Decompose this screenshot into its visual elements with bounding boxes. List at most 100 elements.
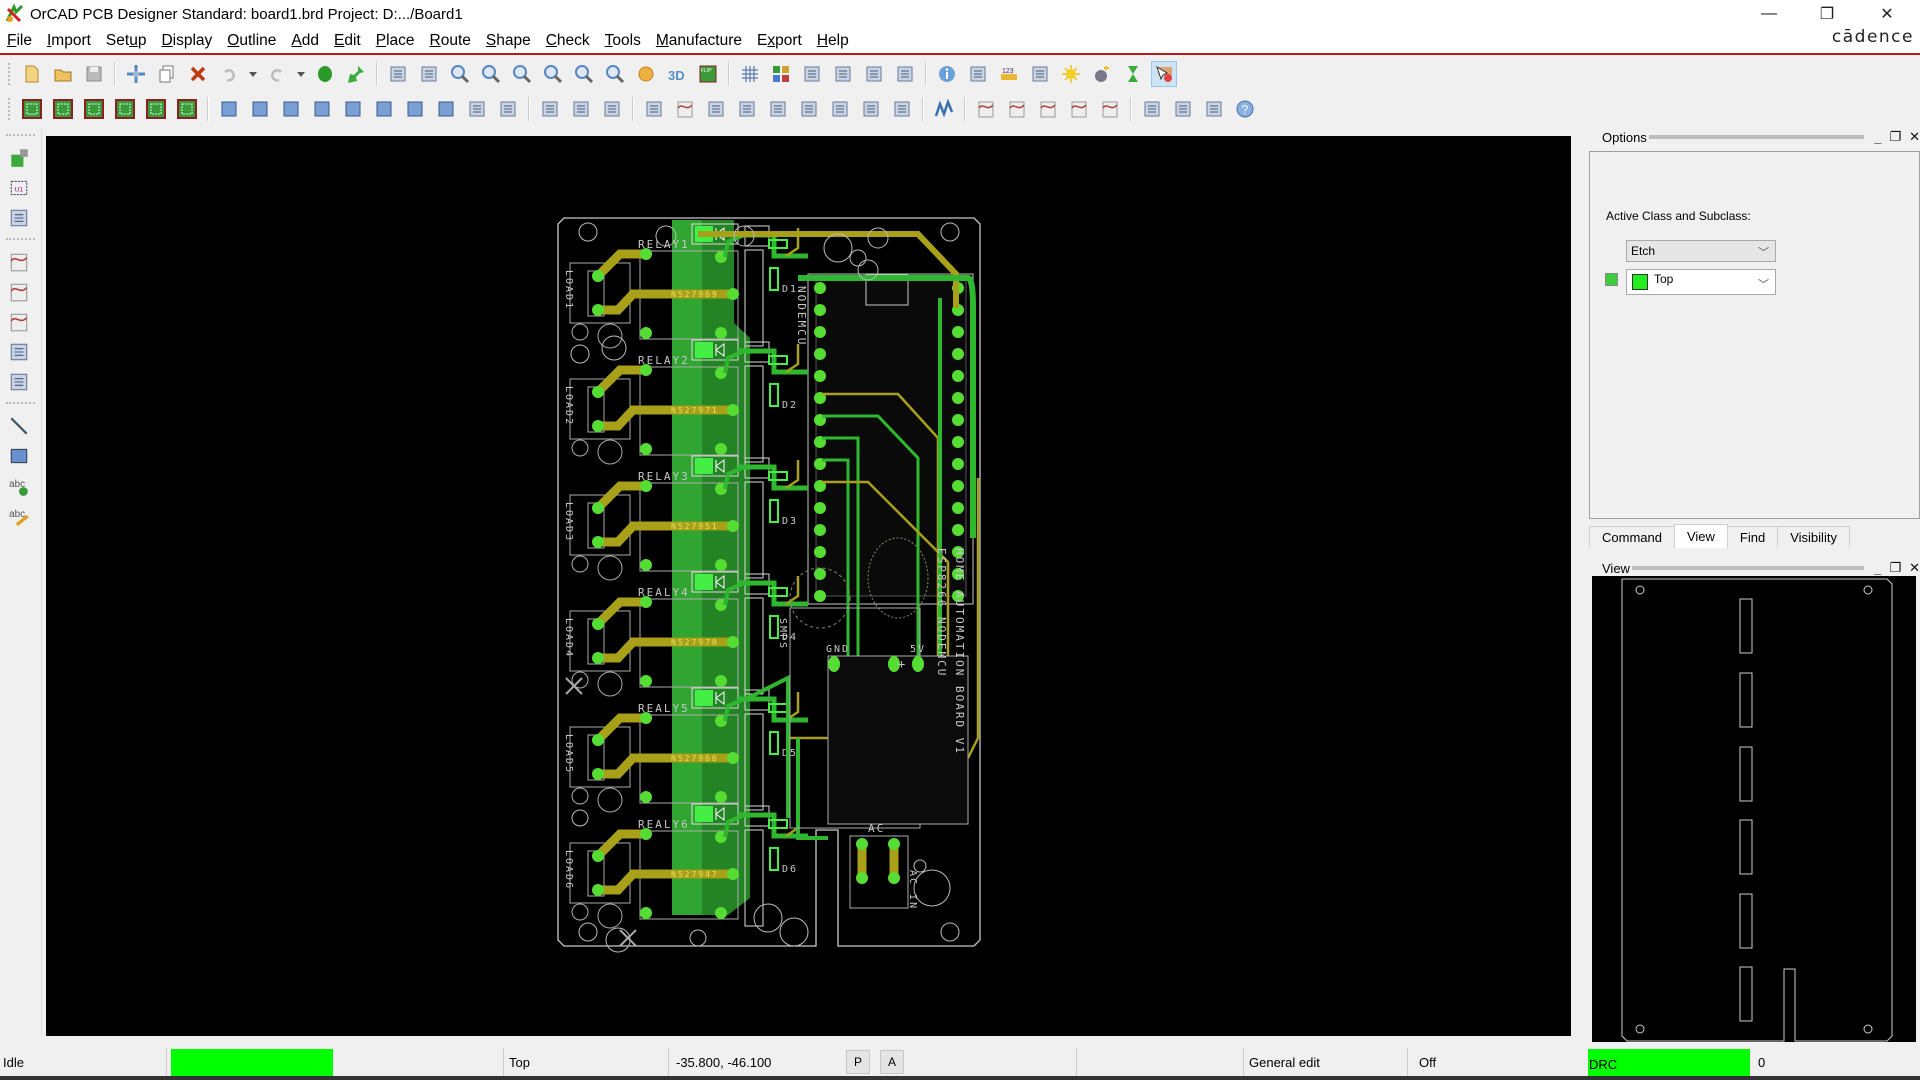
void-shape-button[interactable] xyxy=(371,96,397,122)
undo-dropdown-button[interactable] xyxy=(247,61,259,87)
xnet-button[interactable] xyxy=(1201,96,1227,122)
edit-text-button[interactable]: abc xyxy=(4,502,34,530)
delete-islands-button[interactable] xyxy=(495,96,521,122)
outline-6-button[interactable] xyxy=(174,96,200,122)
outline-1-button[interactable] xyxy=(19,96,45,122)
stackup-button[interactable] xyxy=(830,61,856,87)
bus-route-button[interactable] xyxy=(4,368,34,396)
pcb-board-drawing[interactable]: NODEMCU RELAY1 LOAD1 D1 N527969 RELAY2 LOAD2 D2… xyxy=(46,136,1571,1036)
testprep-button[interactable] xyxy=(827,96,853,122)
shape-rect-button[interactable] xyxy=(247,96,273,122)
slide-button[interactable] xyxy=(672,96,698,122)
panel-close-icon[interactable]: ✕ xyxy=(1909,560,1920,576)
select-shape-button[interactable] xyxy=(309,96,335,122)
void-circle-button[interactable] xyxy=(433,96,459,122)
placement-grid-button[interactable] xyxy=(858,96,884,122)
menu-edit[interactable]: Edit xyxy=(327,32,369,50)
add-connect-button[interactable] xyxy=(973,96,999,122)
outline-4-button[interactable] xyxy=(112,96,138,122)
spin-button[interactable] xyxy=(703,96,729,122)
toolbar-grip[interactable] xyxy=(6,134,35,138)
route-button[interactable] xyxy=(931,96,957,122)
dimension-linear-button[interactable] xyxy=(599,96,625,122)
slide-button[interactable] xyxy=(4,278,34,306)
menu-tools[interactable]: Tools xyxy=(598,32,649,50)
outline-3-button[interactable] xyxy=(81,96,107,122)
zoom-fit-button[interactable] xyxy=(478,61,504,87)
menu-import[interactable]: Import xyxy=(40,32,99,50)
swap-button[interactable] xyxy=(4,204,34,232)
measure-button[interactable]: 123 xyxy=(996,61,1022,87)
rename-refdes-button[interactable] xyxy=(765,96,791,122)
toolbar-grip[interactable] xyxy=(8,63,12,85)
color-button[interactable] xyxy=(768,61,794,87)
constraint-manager-button[interactable] xyxy=(861,61,887,87)
tab-find[interactable]: Find xyxy=(1726,526,1779,548)
panel-float-icon[interactable]: ❐ xyxy=(1889,129,1901,145)
grid-button[interactable] xyxy=(737,61,763,87)
add-rect-button[interactable] xyxy=(4,442,34,470)
world-view-minimap[interactable] xyxy=(1592,576,1916,1042)
delete-button[interactable] xyxy=(185,61,211,87)
menu-help[interactable]: Help xyxy=(810,32,857,50)
place-manual-button[interactable] xyxy=(4,144,34,172)
property-button[interactable] xyxy=(965,61,991,87)
pick-button[interactable]: P xyxy=(846,1050,870,1074)
menu-route[interactable]: Route xyxy=(423,32,479,50)
pcb-canvas[interactable]: NODEMCU RELAY1 LOAD1 D1 N527969 RELAY2 LOAD2 D2… xyxy=(46,136,1571,1036)
edit-boundary-button[interactable] xyxy=(464,96,490,122)
menu-display[interactable]: Display xyxy=(154,32,220,50)
absolute-relative-button[interactable]: A xyxy=(880,1050,904,1074)
view-panel-drag-handle[interactable] xyxy=(1631,566,1865,570)
copy-button[interactable] xyxy=(154,61,180,87)
delay-tune-button[interactable] xyxy=(1097,96,1123,122)
help-button[interactable]: ? xyxy=(1232,96,1258,122)
zoom-out-button[interactable] xyxy=(540,61,566,87)
panel-float-icon[interactable]: ❐ xyxy=(1889,560,1901,576)
layer-button[interactable] xyxy=(799,61,825,87)
array-button[interactable] xyxy=(889,96,915,122)
fanout-button[interactable] xyxy=(4,338,34,366)
outline-2-button[interactable] xyxy=(50,96,76,122)
window-button[interactable] xyxy=(1139,96,1165,122)
timer-button[interactable] xyxy=(1120,61,1146,87)
refresh-button[interactable] xyxy=(633,61,659,87)
report-button[interactable] xyxy=(796,96,822,122)
outline-5-button[interactable] xyxy=(143,96,169,122)
rats-all-button[interactable] xyxy=(416,61,442,87)
shape-l-button[interactable] xyxy=(216,96,242,122)
subclass-color-swatch[interactable] xyxy=(1605,273,1618,286)
add-text-button[interactable]: abc xyxy=(4,472,34,500)
zoom-world-button[interactable] xyxy=(602,61,628,87)
open-button[interactable] xyxy=(50,61,76,87)
menu-manufacture[interactable]: Manufacture xyxy=(649,32,750,50)
tab-view[interactable]: View xyxy=(1673,524,1728,548)
toolbar-grip[interactable] xyxy=(6,238,35,242)
testpoint-button[interactable] xyxy=(537,96,563,122)
menu-add[interactable]: Add xyxy=(284,32,327,50)
3d-view-button[interactable]: 3D xyxy=(664,61,690,87)
zoom-in-button[interactable] xyxy=(509,61,535,87)
custom-smooth-button[interactable] xyxy=(1035,96,1061,122)
add-connect-button[interactable] xyxy=(4,248,34,276)
unrats-all-button[interactable] xyxy=(385,61,411,87)
menu-outline[interactable]: Outline xyxy=(220,32,284,50)
panel-close-icon[interactable]: ✕ xyxy=(1909,129,1920,145)
add-line-button[interactable] xyxy=(4,412,34,440)
info-button[interactable] xyxy=(934,61,960,87)
component-u1-button[interactable]: U1 xyxy=(4,174,34,202)
toolbar-grip[interactable] xyxy=(6,402,35,406)
cross-section-button[interactable] xyxy=(892,61,918,87)
menu-shape[interactable]: Shape xyxy=(479,32,539,50)
subclass-dropdown[interactable]: Top ﹀ xyxy=(1626,269,1776,295)
tab-visibility[interactable]: Visibility xyxy=(1777,526,1850,548)
pin-button[interactable] xyxy=(343,61,369,87)
move-button[interactable] xyxy=(123,61,149,87)
snapshot-button[interactable] xyxy=(734,96,760,122)
shadow-button[interactable] xyxy=(1058,61,1084,87)
cm-button[interactable] xyxy=(1170,96,1196,122)
class-dropdown[interactable]: Etch ﹀ xyxy=(1626,240,1776,262)
redo-dropdown-button[interactable] xyxy=(295,61,307,87)
save-button[interactable] xyxy=(81,61,107,87)
dimension-button[interactable] xyxy=(568,96,594,122)
